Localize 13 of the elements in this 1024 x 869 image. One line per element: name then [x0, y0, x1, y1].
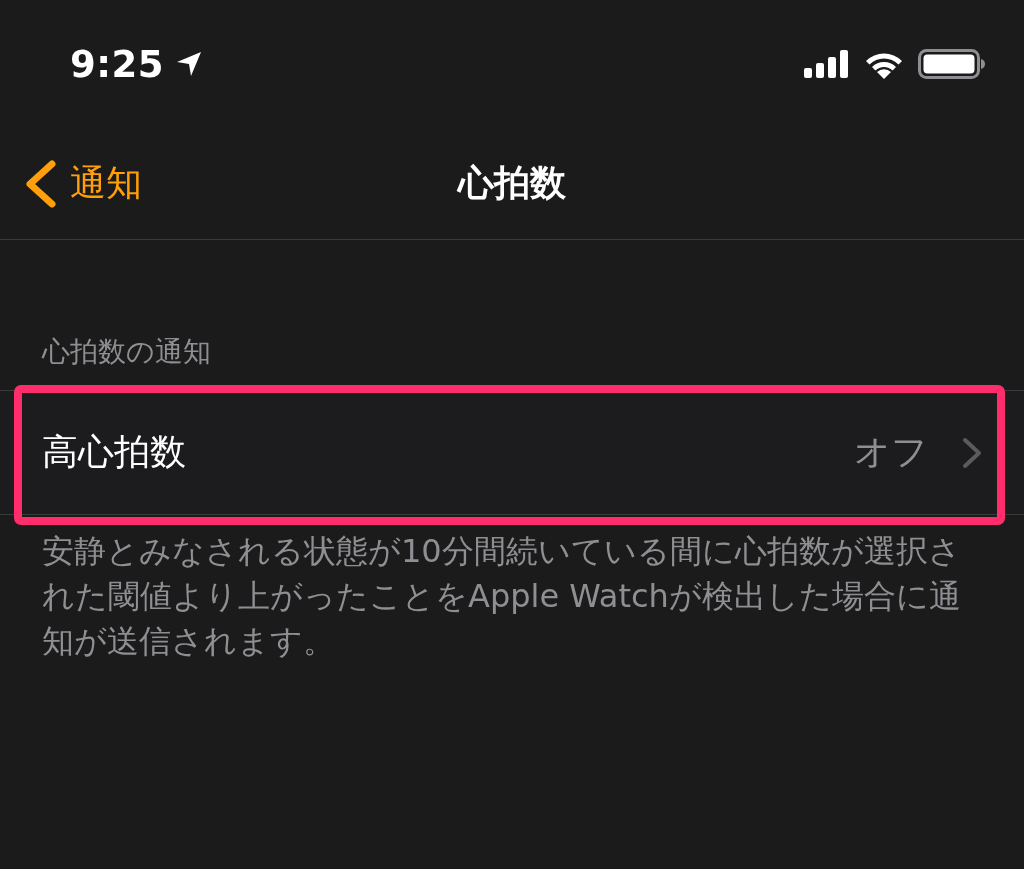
nav-title: 心拍数 [458, 161, 566, 205]
row-value: オフ [854, 430, 928, 474]
row-label: 高心拍数 [42, 430, 187, 474]
back-button[interactable]: 通知 [24, 159, 142, 208]
signal-bars-icon [804, 50, 850, 78]
chevron-right-icon [962, 436, 982, 469]
settings-row[interactable]: 高心拍数 オフ [0, 390, 1024, 515]
location-arrow-icon [176, 51, 203, 77]
battery-icon [918, 49, 986, 79]
section-header: 心拍数の通知 [42, 334, 212, 370]
status-time: 9:25 [70, 42, 165, 86]
back-chevron-icon [24, 159, 56, 208]
section-footer-text: 安静とみなされる状態が10分間続いている間に心拍数が選択された閾値より上がったことをApple Watchが検出した場合に通知が送信されます。 [42, 531, 962, 662]
